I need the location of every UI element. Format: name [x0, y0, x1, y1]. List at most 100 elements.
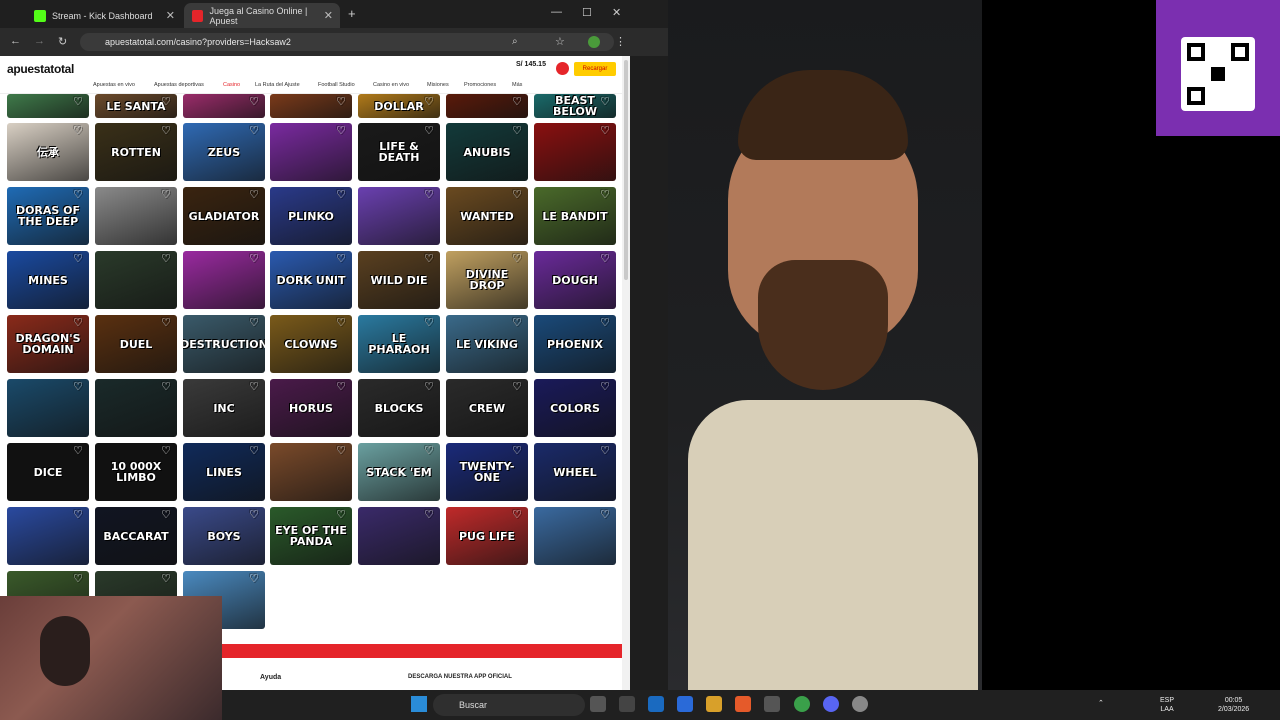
game-tile[interactable]: ♡	[7, 507, 89, 565]
favorite-heart-icon[interactable]: ♡	[509, 317, 525, 328]
game-tile[interactable]: BACCARAT ♡	[95, 507, 177, 565]
game-tile[interactable]: BOYS ♡	[183, 507, 265, 565]
game-tile[interactable]: ♡	[534, 123, 616, 181]
game-tile[interactable]: ROTTEN ♡	[95, 123, 177, 181]
game-tile[interactable]: CLOWNS ♡	[270, 315, 352, 373]
favorite-heart-icon[interactable]: ♡	[158, 253, 174, 264]
app-icon[interactable]	[852, 696, 868, 712]
game-tile[interactable]: COLORS ♡	[534, 379, 616, 437]
favorite-heart-icon[interactable]: ♡	[70, 253, 86, 264]
favorite-heart-icon[interactable]: ♡	[509, 189, 525, 200]
favorite-heart-icon[interactable]: ♡	[333, 317, 349, 328]
footer-download-app[interactable]: DESCARGA NUESTRA APP OFICIAL	[408, 674, 512, 680]
nav-casino-en-vivo[interactable]: Casino en vivo	[373, 82, 409, 88]
favorite-heart-icon[interactable]: ♡	[421, 253, 437, 264]
game-tile[interactable]: GLADIATOR ♡	[183, 187, 265, 245]
game-tile[interactable]: ♡	[358, 507, 440, 565]
favorite-heart-icon[interactable]: ♡	[70, 96, 86, 107]
favorite-heart-icon[interactable]: ♡	[70, 445, 86, 456]
game-tile[interactable]: DICE ♡	[7, 443, 89, 501]
chrome-icon[interactable]	[794, 696, 810, 712]
edge-icon[interactable]	[648, 696, 664, 712]
favorite-heart-icon[interactable]: ♡	[421, 189, 437, 200]
favorite-heart-icon[interactable]: ♡	[246, 445, 262, 456]
nav-misiones[interactable]: Misiones	[427, 82, 449, 88]
forward-icon[interactable]: →	[34, 35, 45, 47]
favorite-heart-icon[interactable]: ♡	[597, 509, 613, 520]
favorite-heart-icon[interactable]: ♡	[158, 573, 174, 584]
game-tile[interactable]: ZEUS ♡	[183, 123, 265, 181]
tray-overflow-icon[interactable]: ⌃	[1098, 699, 1104, 708]
favorite-heart-icon[interactable]: ♡	[597, 253, 613, 264]
reload-icon[interactable]: ↻	[58, 35, 67, 48]
close-icon[interactable]: ✕	[166, 9, 175, 22]
game-tile[interactable]: ♡	[446, 94, 528, 118]
favorite-heart-icon[interactable]: ♡	[509, 381, 525, 392]
favorite-heart-icon[interactable]: ♡	[246, 125, 262, 136]
favorite-heart-icon[interactable]: ♡	[158, 381, 174, 392]
game-tile[interactable]: ♡	[183, 94, 265, 118]
game-tile[interactable]: DOLLAR ♡	[358, 94, 440, 118]
game-tile[interactable]: ♡	[534, 507, 616, 565]
game-tile[interactable]: EYE OF THE PANDA ♡	[270, 507, 352, 565]
app-icon[interactable]	[619, 696, 635, 712]
game-tile[interactable]: LE BANDIT ♡	[534, 187, 616, 245]
game-tile[interactable]: DUEL ♡	[95, 315, 177, 373]
game-tile[interactable]: HORUS ♡	[270, 379, 352, 437]
favorite-heart-icon[interactable]: ♡	[158, 317, 174, 328]
favorite-heart-icon[interactable]: ♡	[333, 509, 349, 520]
recargar-button[interactable]: Recargar	[574, 62, 616, 76]
new-tab-button[interactable]: +	[348, 6, 356, 21]
tab-casino[interactable]: Juega al Casino Online | Apuest ✕	[184, 3, 340, 28]
favorite-heart-icon[interactable]: ♡	[70, 189, 86, 200]
window-close-button[interactable]: ✕	[612, 6, 621, 19]
site-logo[interactable]: apuestatotal	[7, 62, 74, 76]
nav-football-studio[interactable]: Football Studio	[318, 82, 355, 88]
game-tile[interactable]: ♡	[183, 251, 265, 309]
game-tile[interactable]: PLINKO ♡	[270, 187, 352, 245]
game-tile[interactable]: MINES ♡	[7, 251, 89, 309]
favorite-heart-icon[interactable]: ♡	[246, 96, 262, 107]
game-tile[interactable]: TWENTY-ONE ♡	[446, 443, 528, 501]
game-tile[interactable]: STACK 'EM ♡	[358, 443, 440, 501]
taskbar-search[interactable]: Buscar	[433, 694, 585, 716]
game-tile[interactable]: ♡	[7, 94, 89, 118]
minimize-button[interactable]: —	[551, 6, 562, 18]
game-tile[interactable]: BLOCKS ♡	[358, 379, 440, 437]
game-tile[interactable]: ♡	[95, 379, 177, 437]
favorite-heart-icon[interactable]: ♡	[509, 96, 525, 107]
favorite-heart-icon[interactable]: ♡	[333, 445, 349, 456]
nav-promociones[interactable]: Promociones	[464, 82, 496, 88]
game-tile[interactable]: DIVINE DROP ♡	[446, 251, 528, 309]
favorite-heart-icon[interactable]: ♡	[421, 381, 437, 392]
clock[interactable]: 00:05 2/03/2026	[1218, 696, 1249, 714]
profile-avatar[interactable]	[588, 36, 600, 48]
favorite-heart-icon[interactable]: ♡	[597, 445, 613, 456]
favorite-heart-icon[interactable]: ♡	[246, 317, 262, 328]
game-tile[interactable]: WANTED ♡	[446, 187, 528, 245]
favorite-heart-icon[interactable]: ♡	[158, 445, 174, 456]
favorite-heart-icon[interactable]: ♡	[509, 509, 525, 520]
file-explorer-icon[interactable]	[706, 696, 722, 712]
favorite-heart-icon[interactable]: ♡	[158, 125, 174, 136]
back-icon[interactable]: ←	[10, 35, 21, 47]
favorite-heart-icon[interactable]: ♡	[158, 96, 174, 107]
game-tile[interactable]: ♡	[7, 379, 89, 437]
game-tile[interactable]: INC ♡	[183, 379, 265, 437]
tab-kick-dashboard[interactable]: Stream - Kick Dashboard ✕	[26, 3, 182, 28]
favorite-heart-icon[interactable]: ♡	[509, 125, 525, 136]
favorite-heart-icon[interactable]: ♡	[70, 317, 86, 328]
language-indicator[interactable]: ESP LAA	[1160, 696, 1174, 714]
favorite-heart-icon[interactable]: ♡	[509, 445, 525, 456]
game-tile[interactable]: DRAGON'S DOMAIN ♡	[7, 315, 89, 373]
menu-icon[interactable]: ⋮	[615, 35, 626, 48]
game-tile[interactable]: LINES ♡	[183, 443, 265, 501]
favorite-heart-icon[interactable]: ♡	[246, 253, 262, 264]
favorite-heart-icon[interactable]: ♡	[421, 509, 437, 520]
game-tile[interactable]: 伝承 ♡	[7, 123, 89, 181]
favorite-heart-icon[interactable]: ♡	[333, 189, 349, 200]
favorite-heart-icon[interactable]: ♡	[158, 509, 174, 520]
game-tile[interactable]: WILD DIE ♡	[358, 251, 440, 309]
scrollbar-thumb[interactable]	[624, 60, 628, 280]
bookmark-icon[interactable]: ☆	[555, 35, 565, 48]
